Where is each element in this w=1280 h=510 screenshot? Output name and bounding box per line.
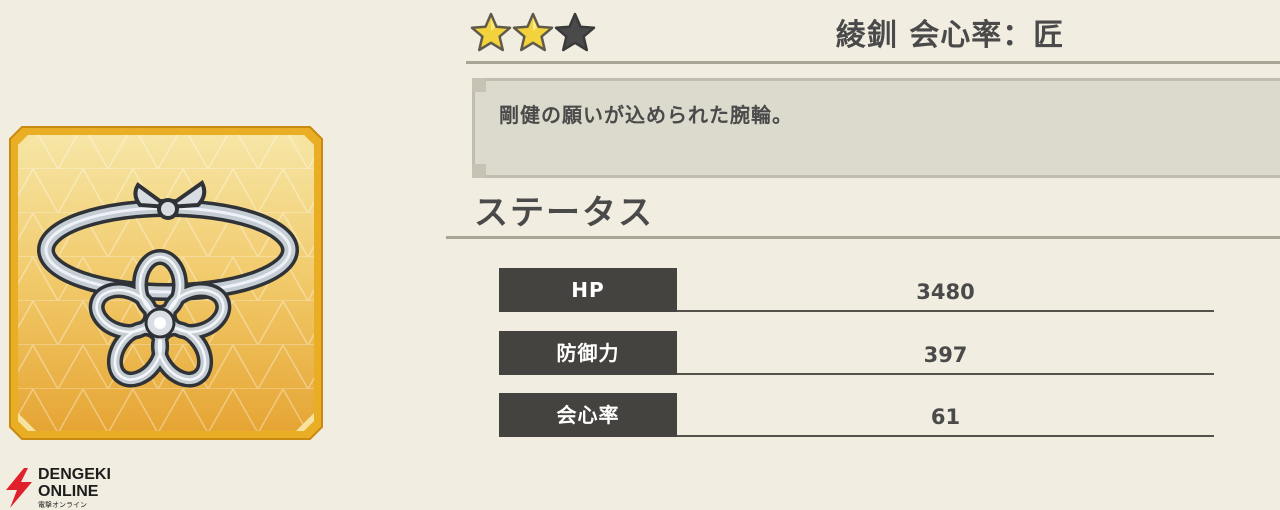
lightning-bolt-icon (6, 468, 32, 508)
corner-ornament (472, 78, 486, 92)
stat-label: 会心率 (499, 393, 677, 437)
bracelet-icon (9, 126, 323, 440)
item-description: 剛健の願いが込められた腕輪。 (499, 103, 793, 127)
corner-ornament (472, 164, 486, 178)
stat-value: 61 (930, 405, 961, 429)
star-filled-icon (470, 12, 512, 54)
stat-value: 3480 (916, 280, 975, 304)
watermark-line2: ONLINE (38, 483, 99, 500)
divider (677, 310, 1214, 312)
stat-label: 防御力 (499, 331, 677, 375)
stat-row-defense: 防御力 397 (499, 331, 1214, 377)
stat-label: HP (499, 268, 677, 312)
divider (466, 61, 1280, 64)
description-box: 剛健の願いが込められた腕輪。 (472, 78, 1280, 178)
item-name: 綾釧 会心率：匠 (835, 18, 1065, 53)
stat-row-hp: HP 3480 (499, 268, 1214, 314)
watermark-line3: 電撃オンライン (38, 501, 87, 509)
stat-row-critical: 会心率 61 (499, 393, 1214, 439)
divider (677, 435, 1214, 437)
dengeki-online-watermark: DENGEKI ONLINE 電撃オンライン (0, 466, 130, 510)
status-heading: ステータス (474, 193, 654, 233)
watermark-line1: DENGEKI (38, 466, 111, 483)
divider (677, 373, 1214, 375)
stat-value: 397 (923, 343, 968, 367)
star-empty-icon (554, 12, 596, 54)
divider (446, 236, 1280, 239)
item-icon-frame (8, 125, 324, 441)
rarity-stars (470, 8, 596, 58)
star-filled-icon (512, 12, 554, 54)
